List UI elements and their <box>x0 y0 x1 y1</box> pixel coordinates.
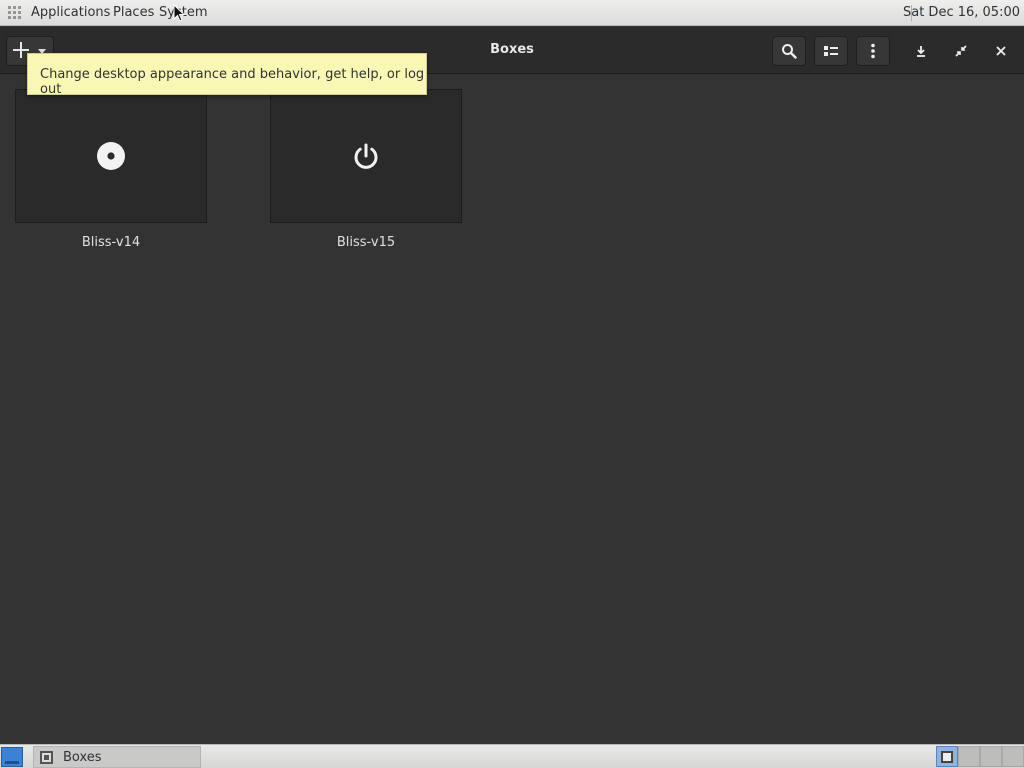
restore-icon <box>955 45 967 57</box>
boxes-app-icon <box>40 751 53 764</box>
selection-mode-button[interactable] <box>814 36 848 66</box>
tooltip: Change desktop appearance and behavior, … <box>27 53 427 97</box>
applications-menu[interactable]: Applications <box>31 5 110 20</box>
bottom-panel: Boxes <box>0 744 1024 768</box>
mouse-cursor-icon <box>173 4 185 22</box>
box-label-bliss-v15[interactable]: Bliss-v15 <box>270 235 462 250</box>
close-button[interactable] <box>987 37 1015 65</box>
minimize-icon <box>917 46 925 57</box>
workspace-1[interactable] <box>936 746 958 767</box>
window-thumbnail-icon <box>941 751 953 763</box>
places-menu[interactable]: Places <box>113 5 154 20</box>
search-icon <box>782 44 797 59</box>
taskbar-item-label: Boxes <box>63 750 102 765</box>
workspace-2[interactable] <box>958 746 980 767</box>
close-icon <box>996 46 1006 56</box>
selection-mode-icon <box>824 46 838 56</box>
clock[interactable]: Sat Dec 16, 05:00 <box>903 5 1020 20</box>
box-label-bliss-v14[interactable]: Bliss-v14 <box>15 235 207 250</box>
restore-button[interactable] <box>947 37 975 65</box>
power-icon <box>354 143 378 169</box>
workspace-3[interactable] <box>980 746 1002 767</box>
box-thumbnail-bliss-v15[interactable] <box>270 89 462 223</box>
box-thumbnail-bliss-v14[interactable] <box>15 89 207 223</box>
disc-icon <box>97 142 125 170</box>
top-panel: Applications Places System Sat Dec 16, 0… <box>0 0 1024 26</box>
apps-grid-icon[interactable] <box>8 6 21 19</box>
app-menu-button[interactable] <box>856 36 890 66</box>
menu-dots-icon <box>871 43 875 59</box>
search-button[interactable] <box>772 36 806 66</box>
taskbar-item-boxes[interactable]: Boxes <box>33 746 201 768</box>
show-desktop-button[interactable] <box>1 747 23 767</box>
minimize-button[interactable] <box>907 37 935 65</box>
workspace-4[interactable] <box>1002 746 1024 767</box>
